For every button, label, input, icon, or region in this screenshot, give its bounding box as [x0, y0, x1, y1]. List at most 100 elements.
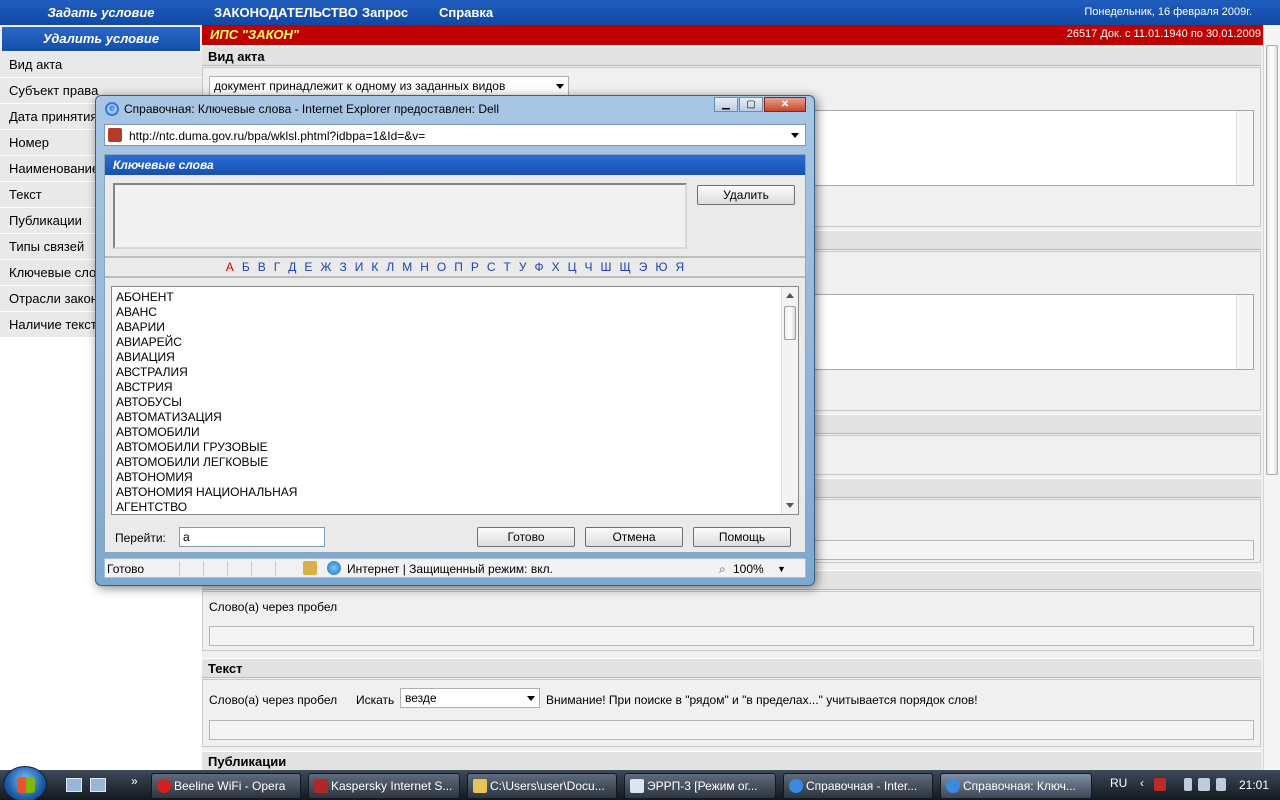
letter-link[interactable]: Ц	[568, 258, 577, 276]
letter-link[interactable]: В	[258, 258, 266, 276]
letter-link[interactable]: Г	[274, 258, 281, 276]
network-icon[interactable]	[1198, 778, 1210, 791]
cancel-button[interactable]: Отмена	[585, 527, 683, 547]
selected-keywords-box[interactable]	[113, 183, 687, 249]
list-item[interactable]: АГЕНТСТВО	[112, 500, 798, 514]
search-where-select[interactable]: везде	[400, 688, 540, 708]
delete-condition-button[interactable]: Удалить условие	[2, 27, 200, 51]
chevron-down-icon	[527, 696, 535, 701]
ips-header: ИПС "ЗАКОН" 26517 Док. с 11.01.1940 по 3…	[202, 25, 1263, 45]
letter-link[interactable]: Е	[304, 258, 312, 276]
letter-link[interactable]: У	[519, 258, 527, 276]
kaspersky-icon	[314, 779, 328, 793]
scrollbar[interactable]	[1236, 111, 1253, 185]
letter-link[interactable]: З	[339, 258, 346, 276]
list-item[interactable]: АВСТРИЯ	[112, 380, 798, 395]
chevron-left-icon[interactable]: ‹	[1140, 776, 1144, 790]
status-zone: Интернет | Защищенный режим: вкл.	[347, 562, 553, 576]
list-item[interactable]: АВИАЦИЯ	[112, 350, 798, 365]
list-item[interactable]: АВТОМОБИЛИ ЛЕГКОВЫЕ	[112, 455, 798, 470]
task-ie-1[interactable]: Справочная - Inter...	[783, 773, 933, 799]
text-words-field[interactable]	[209, 720, 1254, 740]
letter-link[interactable]: О	[437, 258, 446, 276]
letter-link[interactable]: А	[226, 258, 234, 276]
address-bar[interactable]: http://ntc.duma.gov.ru/bpa/wklsl.phtml?i…	[104, 124, 806, 146]
letter-link[interactable]: Л	[386, 258, 394, 276]
letter-link[interactable]: Д	[288, 258, 296, 276]
scroll-down-icon[interactable]	[786, 503, 794, 508]
kaspersky-tray-icon[interactable]	[1154, 778, 1166, 791]
task-explorer[interactable]: C:\Users\user\Docu...	[467, 773, 617, 799]
chevron-down-icon[interactable]	[791, 133, 799, 138]
delete-button[interactable]: Удалить	[697, 185, 795, 205]
minimize-button[interactable]: ▁	[714, 97, 738, 112]
help-button[interactable]: Помощь	[693, 527, 791, 547]
list-item[interactable]: АВТОМАТИЗАЦИЯ	[112, 410, 798, 425]
list-scrollbar[interactable]	[781, 287, 798, 514]
list-item[interactable]: АВТОБУСЫ	[112, 395, 798, 410]
words-label-text: Слово(а) через пробел	[209, 693, 338, 707]
menu-legislation[interactable]: ЗАКОНОДАТЕЛЬСТВО	[214, 0, 358, 25]
letter-link[interactable]: Ф	[535, 258, 544, 276]
list-item[interactable]: АБОНЕНТ	[112, 290, 798, 305]
menu-help[interactable]: Справка	[439, 0, 493, 25]
set-condition-button[interactable]: Задать условие	[0, 0, 202, 25]
list-item[interactable]: АВАРИИ	[112, 320, 798, 335]
show-desktop-icon[interactable]	[66, 778, 82, 792]
list-item[interactable]: АВТОМОБИЛИ	[112, 425, 798, 440]
scroll-up-icon[interactable]	[786, 293, 794, 298]
letter-link[interactable]: Р	[471, 258, 479, 276]
letter-link[interactable]: С	[487, 258, 496, 276]
letter-link[interactable]: Ю	[655, 258, 667, 276]
letter-link[interactable]: И	[355, 258, 364, 276]
task-kaspersky[interactable]: Kaspersky Internet S...	[308, 773, 460, 799]
ok-button[interactable]: Готово	[477, 527, 575, 547]
close-button[interactable]: ✕	[764, 97, 806, 112]
task-errp[interactable]: ЭРРП-3 [Режим ог...	[624, 773, 776, 799]
list-item[interactable]: АВСТРАЛИЯ	[112, 365, 798, 380]
letter-link[interactable]: Ш	[601, 258, 612, 276]
list-item[interactable]: АВТОМОБИЛИ ГРУЗОВЫЕ	[112, 440, 798, 455]
nav-item-act-type[interactable]: Вид акта	[0, 52, 202, 78]
scrollbar[interactable]	[1236, 295, 1253, 369]
list-item[interactable]: АВАНС	[112, 305, 798, 320]
status-ready: Готово	[107, 562, 145, 576]
scrollbar-thumb[interactable]	[1266, 45, 1278, 475]
page-scrollbar[interactable]	[1263, 25, 1280, 775]
letter-link[interactable]: Э	[639, 258, 648, 276]
task-ie-2[interactable]: Справочная: Ключ...	[940, 773, 1092, 799]
battery-icon[interactable]	[1184, 778, 1192, 791]
chevron-down-icon[interactable]: ▼	[777, 564, 786, 574]
letter-link[interactable]: Х	[552, 258, 560, 276]
zoom-level[interactable]: 100%	[733, 562, 764, 576]
letter-link[interactable]: Ч	[585, 258, 593, 276]
list-item[interactable]: АВТОНОМИЯ	[112, 470, 798, 485]
switch-windows-icon[interactable]	[90, 778, 106, 792]
name-words-field[interactable]	[209, 626, 1254, 646]
keyword-list[interactable]: АБОНЕНТ АВАНС АВАРИИ АВИАРЕЙС АВИАЦИЯ АВСТРАЛ…	[111, 286, 799, 515]
letter-link[interactable]: Я	[676, 258, 685, 276]
goto-input[interactable]: а	[179, 527, 325, 547]
menu-query[interactable]: Запрос	[362, 0, 408, 25]
list-item[interactable]: АВИАРЕЙС	[112, 335, 798, 350]
letter-link[interactable]: Ж	[320, 258, 331, 276]
letter-link[interactable]: П	[454, 258, 463, 276]
alphabet-bar: АБВГДЕЖЗИКЛМНОПРСТУФХЦЧШЩЭЮЯ	[105, 256, 805, 278]
letter-link[interactable]: Б	[242, 258, 250, 276]
chevron-right-icon[interactable]: »	[131, 774, 138, 788]
language-indicator[interactable]: RU	[1110, 776, 1127, 790]
volume-icon[interactable]	[1216, 778, 1226, 791]
act-type-select[interactable]: документ принадлежит к одному из заданны…	[209, 76, 569, 96]
list-item[interactable]: АВТОНОМИЯ НАЦИОНАЛЬНАЯ	[112, 485, 798, 500]
clock[interactable]: 21:01	[1239, 778, 1269, 792]
letter-link[interactable]: Н	[420, 258, 429, 276]
task-opera[interactable]: Beeline WiFi - Opera	[151, 773, 301, 799]
letter-link[interactable]: М	[402, 258, 412, 276]
letter-link[interactable]: Т	[504, 258, 511, 276]
scrollbar-thumb[interactable]	[784, 306, 796, 340]
letter-link[interactable]: К	[371, 258, 378, 276]
start-button[interactable]	[3, 766, 47, 800]
letter-link[interactable]: Щ	[620, 258, 631, 276]
ie-icon	[789, 779, 803, 793]
maximize-button[interactable]: ▢	[739, 97, 763, 112]
